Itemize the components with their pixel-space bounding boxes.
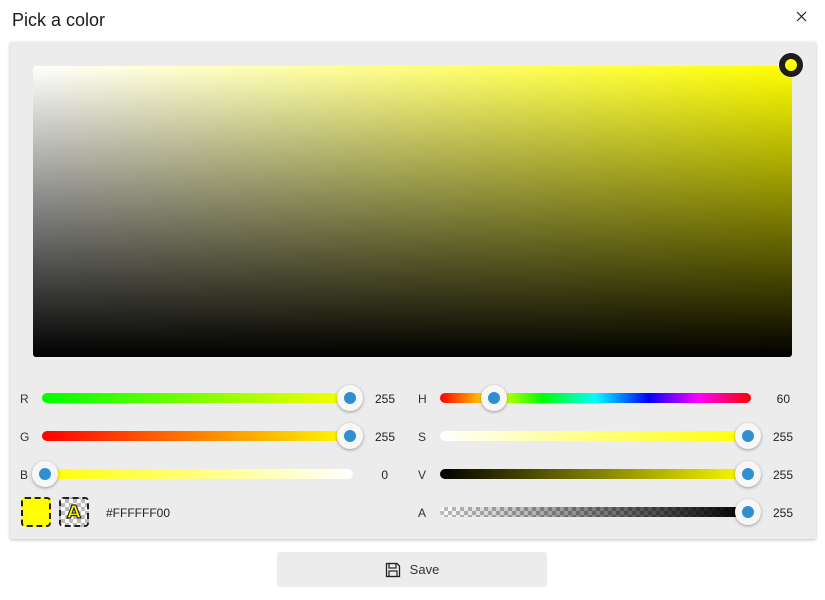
g-slider-track[interactable] <box>42 431 353 441</box>
close-icon <box>796 11 806 21</box>
h-slider-thumb[interactable] <box>480 385 507 411</box>
h-value: 60 <box>776 392 790 406</box>
s-slider-thumb[interactable] <box>735 423 761 449</box>
alpha-letter: A <box>66 501 81 523</box>
alpha-preview-swatch: A <box>59 497 89 527</box>
g-slider-thumb[interactable] <box>337 423 363 449</box>
floppy-disk-icon <box>385 562 400 577</box>
save-label: Save <box>409 562 440 577</box>
dialog-title: Pick a color <box>12 10 106 30</box>
a-slider-thumb[interactable] <box>735 499 761 525</box>
hex-value: #FFFFFF00 <box>106 506 171 520</box>
color-area-handle[interactable] <box>779 53 803 77</box>
v-slider-thumb[interactable] <box>735 461 761 487</box>
color-picker-panel: R 255 G 255 B 0 H 60 S 255 V 255 A 255 A… <box>10 42 816 539</box>
saturation-value-area[interactable] <box>33 66 792 357</box>
v-slider-track[interactable] <box>440 469 751 479</box>
g-label: G <box>20 430 30 444</box>
save-button[interactable]: Save <box>277 552 547 587</box>
v-value: 255 <box>772 468 793 482</box>
b-label: B <box>20 468 29 482</box>
close-button[interactable] <box>791 6 811 26</box>
alpha-gradient <box>440 507 751 517</box>
r-label: R <box>20 392 29 406</box>
r-slider-track[interactable] <box>42 393 353 403</box>
r-value: 255 <box>374 392 395 406</box>
r-slider-thumb[interactable] <box>337 385 363 411</box>
b-slider-track[interactable] <box>42 469 353 479</box>
v-label: V <box>418 468 427 482</box>
s-slider-track[interactable] <box>440 431 751 441</box>
s-label: S <box>418 430 427 444</box>
a-value: 255 <box>772 506 793 520</box>
a-label: A <box>418 506 427 520</box>
current-color-swatch <box>21 497 51 527</box>
a-slider-track[interactable] <box>440 507 751 517</box>
s-value: 255 <box>772 430 793 444</box>
g-value: 255 <box>374 430 395 444</box>
b-value: 0 <box>381 468 388 482</box>
h-label: H <box>418 392 427 406</box>
b-slider-thumb[interactable] <box>32 461 58 487</box>
